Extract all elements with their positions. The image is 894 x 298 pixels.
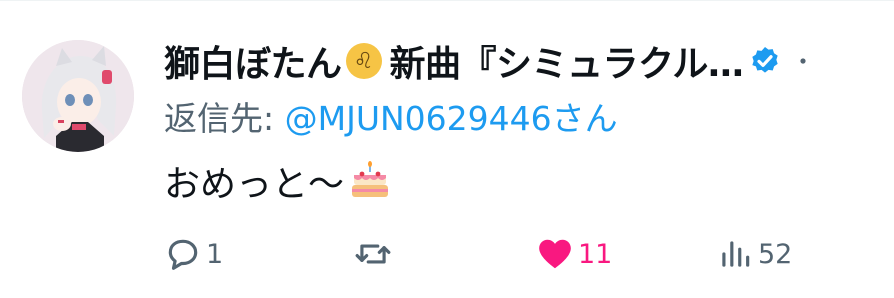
reply-button[interactable]: 1 [164,228,223,280]
reply-prefix: 返信先: [164,99,275,138]
tweet-body: おめっと～ [164,164,345,205]
author-name[interactable]: 獅白ぼたん [164,35,342,87]
tweet-actions: 1 11 52 [164,228,894,280]
retweet-button[interactable] [354,228,396,280]
views-button[interactable]: 52 [716,228,792,280]
retweet-icon [355,244,391,264]
avatar-image [22,40,134,152]
leo-emoji-icon: ♌ [345,43,382,79]
tweet-header: 獅白ぼたん ♌ 新曲『シミュラクル… [164,34,894,88]
reply-handle-link[interactable]: @MJUN0629446 [285,99,552,138]
avatar[interactable] [22,40,134,152]
heart-icon [539,239,571,269]
like-button[interactable]: 11 [536,228,612,280]
views-icon [722,241,750,267]
reply-count: 1 [206,238,224,270]
top-divider [0,0,894,1]
tweet-text: おめっと～ [164,152,390,210]
reply-context: 返信先: @MJUN0629446さん [164,92,618,142]
reply-icon [168,239,198,270]
views-count: 52 [758,238,793,270]
reply-handle-suffix: さん [551,99,618,138]
more-icon[interactable] [793,51,813,71]
like-count: 11 [578,238,613,270]
cake-emoji-icon [352,161,389,197]
verified-badge-icon[interactable] [749,45,781,77]
author-name-rest[interactable]: 新曲『シミュラクル… [390,35,744,87]
